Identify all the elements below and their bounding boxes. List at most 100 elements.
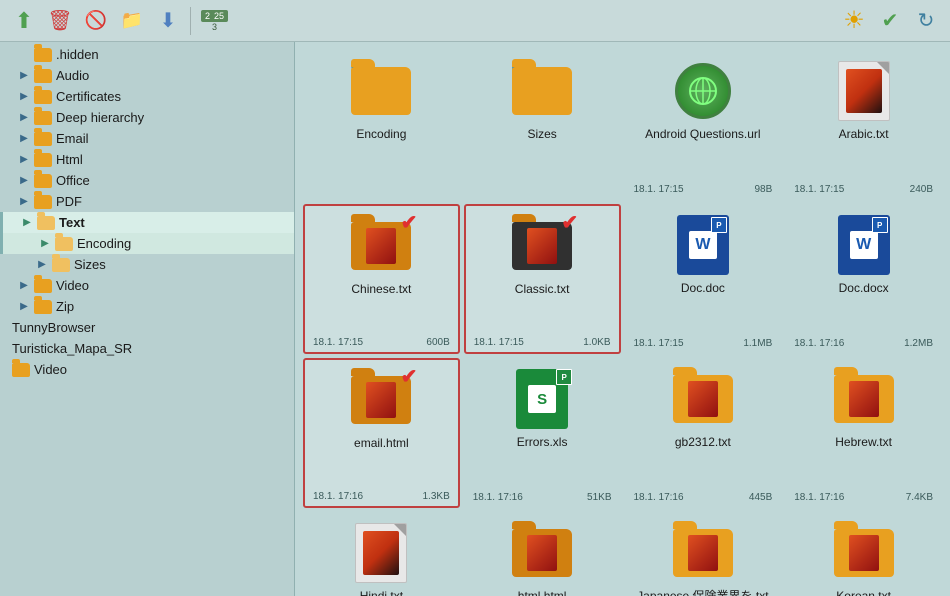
file-item-classic[interactable]: ✔ Classic.txt 18.1. 17:15 1.0KB xyxy=(464,204,621,354)
file-name: Sizes xyxy=(527,127,556,141)
file-item-email[interactable]: ✔ email.html 18.1. 17:16 1.3KB xyxy=(303,358,460,508)
sidebar-item-sizes[interactable]: ▶ Sizes xyxy=(0,254,294,275)
file-icon-wrap: P S xyxy=(510,367,574,431)
delete-button[interactable]: 🗑 xyxy=(44,5,76,37)
refresh-button[interactable]: ↻ xyxy=(910,5,942,37)
sidebar-item-deep-hierarchy[interactable]: ▶ Deep hierarchy xyxy=(0,107,294,128)
sidebar-item-office[interactable]: ▶ Office xyxy=(0,170,294,191)
copy-button[interactable]: 📁 xyxy=(116,5,148,37)
folder-icon xyxy=(34,195,52,209)
file-meta: 18.1. 17:16 7.4KB xyxy=(790,492,937,503)
sidebar-item-tunnybrowser[interactable]: TunnyBrowser xyxy=(0,317,294,338)
file-item-htmlhtml[interactable]: html.html 18.1. 17:16 30KB xyxy=(464,512,621,596)
sidebar-item-html[interactable]: ▶ Html xyxy=(0,149,294,170)
file-date: 18.1. 17:16 xyxy=(794,338,844,349)
file-item-encoding[interactable]: ▶ Encoding xyxy=(303,50,460,200)
sidebar-label: Video xyxy=(34,362,67,377)
download-icon: ⬇ xyxy=(160,8,177,33)
refresh-icon: ↻ xyxy=(918,8,935,33)
sun-button[interactable]: ☀ xyxy=(838,5,870,37)
arrow-icon: ▶ xyxy=(18,175,30,187)
file-icon-wrap xyxy=(510,521,574,585)
sidebar-item-turisticka[interactable]: Turisticka_Mapa_SR xyxy=(0,338,294,359)
arrow-icon: ▶ xyxy=(18,154,30,166)
folder-icon xyxy=(34,111,52,125)
sidebar-item-certificates[interactable]: ▶ Certificates xyxy=(0,86,294,107)
badge-sub: 3 xyxy=(212,22,217,32)
folder-icon xyxy=(34,279,52,293)
file-name: html.html xyxy=(518,589,567,596)
file-item-gb2312[interactable]: gb2312.txt 18.1. 17:16 445B xyxy=(625,358,782,508)
up-button[interactable]: ⬆ xyxy=(8,5,40,37)
file-size: 445B xyxy=(749,492,772,503)
folder-icon xyxy=(34,48,52,62)
file-icon-wrap: P W xyxy=(832,213,896,277)
stop-button[interactable]: 🚫 xyxy=(80,5,112,37)
sidebar: .hidden ▶ Audio ▶ Certificates ▶ Deep hi… xyxy=(0,42,295,596)
file-date: 18.1. 17:16 xyxy=(794,492,844,503)
sun-icon: ☀ xyxy=(843,6,865,35)
arrow-icon: ▶ xyxy=(18,196,30,208)
file-item-hindi[interactable]: Hindi.txt 18.1. 17:16 388B xyxy=(303,512,460,596)
file-icon-wrap xyxy=(832,59,896,123)
file-item-doc[interactable]: P W Doc.doc 18.1. 17:15 1.1MB xyxy=(625,204,782,354)
folder-icon xyxy=(673,375,733,423)
sidebar-label: Deep hierarchy xyxy=(56,110,144,125)
file-name: Arabic.txt xyxy=(839,127,889,141)
main-area: .hidden ▶ Audio ▶ Certificates ▶ Deep hi… xyxy=(0,42,950,596)
arrow-icon: ▶ xyxy=(18,91,30,103)
file-item-sizes[interactable]: ▶ Sizes xyxy=(464,50,621,200)
folder-icon xyxy=(34,69,52,83)
file-name: Korean.txt xyxy=(836,589,891,596)
file-item-japanese[interactable]: Japanese 保険業界を.txt 18.1. 17:16 0.90KB xyxy=(625,512,782,596)
txt-icon xyxy=(355,523,407,583)
sidebar-label: Text xyxy=(59,215,85,230)
sidebar-item-audio[interactable]: ▶ Audio xyxy=(0,65,294,86)
file-meta: 18.1. 17:15 240B xyxy=(790,184,937,195)
check-button[interactable]: ✔ xyxy=(874,5,906,37)
arrow-icon: ▶ xyxy=(21,217,33,229)
file-meta: 18.1. 17:16 51KB xyxy=(469,492,616,503)
folder-icon xyxy=(37,216,55,230)
download-button[interactable]: ⬇ xyxy=(152,5,184,37)
arrow-icon: ▶ xyxy=(18,70,30,82)
sidebar-item-hidden[interactable]: .hidden xyxy=(0,44,294,65)
sidebar-label: Certificates xyxy=(56,89,121,104)
file-item-korean[interactable]: Korean.txt 18.1. 17:16 638B xyxy=(785,512,942,596)
sidebar-item-email[interactable]: ▶ Email xyxy=(0,128,294,149)
sidebar-item-text[interactable]: ▶ Text xyxy=(0,212,294,233)
sidebar-item-video2[interactable]: Video xyxy=(0,359,294,380)
file-size: 1.2MB xyxy=(904,338,933,349)
sidebar-item-zip[interactable]: ▶ Zip xyxy=(0,296,294,317)
folder-icon xyxy=(834,375,894,423)
txt-logo xyxy=(846,69,882,113)
delete-icon: 🗑 xyxy=(47,8,72,33)
sidebar-label: Turisticka_Mapa_SR xyxy=(12,341,132,356)
file-name: email.html xyxy=(354,436,409,450)
arrow-icon: ▶ xyxy=(18,133,30,145)
folder-icon xyxy=(512,67,572,115)
file-item-docx[interactable]: P W Doc.docx 18.1. 17:16 1.2MB xyxy=(785,204,942,354)
folder-icon xyxy=(673,529,733,577)
file-item-android[interactable]: Android Questions.url 18.1. 17:15 98B xyxy=(625,50,782,200)
check-mark-icon: ✔ xyxy=(401,210,418,235)
up-icon: ⬆ xyxy=(15,8,33,34)
sidebar-item-encoding[interactable]: ▶ Encoding xyxy=(0,233,294,254)
file-date: 18.1. 17:15 xyxy=(794,184,844,195)
file-date: 18.1. 17:15 xyxy=(313,337,363,348)
check-icon: ✔ xyxy=(882,8,899,33)
txt-logo xyxy=(363,531,399,575)
file-item-chinese[interactable]: ✔ Chinese.txt 18.1. 17:15 600B xyxy=(303,204,460,354)
sidebar-item-video[interactable]: ▶ Video xyxy=(0,275,294,296)
sidebar-item-pdf[interactable]: ▶ PDF xyxy=(0,191,294,212)
file-item-hebrew[interactable]: Hebrew.txt 18.1. 17:16 7.4KB xyxy=(785,358,942,508)
file-icon-wrap xyxy=(832,521,896,585)
sidebar-label: .hidden xyxy=(56,47,99,62)
file-item-errors[interactable]: P S Errors.xls 18.1. 17:16 51KB xyxy=(464,358,621,508)
file-size: 1.1MB xyxy=(743,338,772,349)
file-size: 1.0KB xyxy=(583,337,610,348)
check-mark-icon: ✔ xyxy=(561,210,578,235)
check-mark-icon: ✔ xyxy=(401,364,418,389)
file-icon-wrap xyxy=(671,367,735,431)
file-item-arabic[interactable]: Arabic.txt 18.1. 17:15 240B xyxy=(785,50,942,200)
